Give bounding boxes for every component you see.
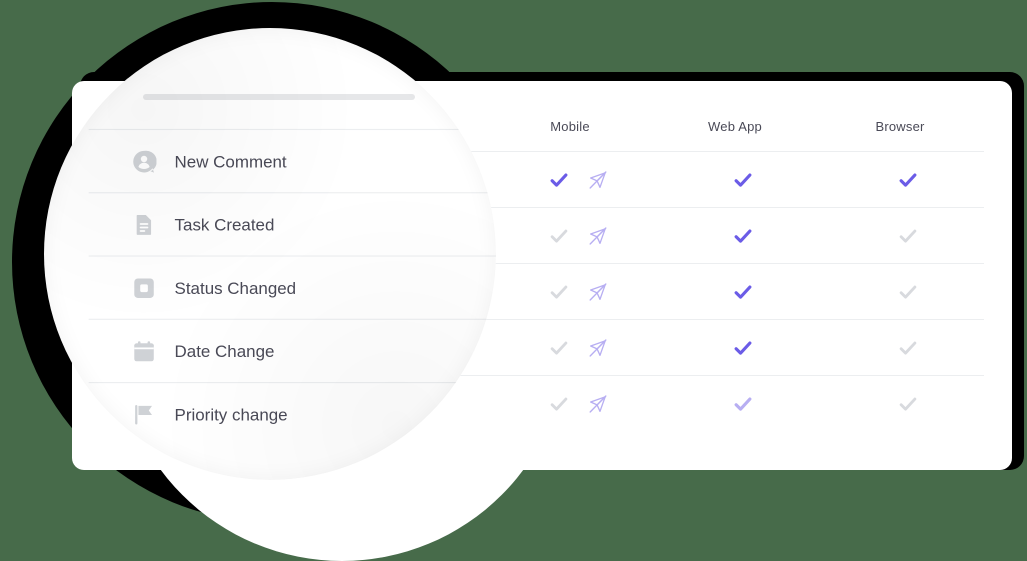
check-icon-on[interactable] xyxy=(732,169,754,191)
check-icon-off[interactable] xyxy=(897,225,919,247)
user-avatar-comment-icon xyxy=(133,150,157,173)
cell-webapp[interactable] xyxy=(683,320,803,376)
send-muted-icon[interactable] xyxy=(588,394,608,414)
check-icon-off[interactable] xyxy=(897,281,919,303)
flag-icon xyxy=(135,405,153,425)
send-muted-icon[interactable] xyxy=(588,282,608,302)
magnifier-lens: New Comment Task Created Status Changed … xyxy=(44,28,496,480)
magnifier-lens-inner: New Comment Task Created Status Changed … xyxy=(44,28,496,480)
cell-webapp[interactable] xyxy=(683,264,803,320)
document-icon xyxy=(136,215,152,235)
calendar-icon xyxy=(134,341,154,362)
check-icon-off[interactable] xyxy=(548,225,570,247)
cell-webapp[interactable] xyxy=(683,376,803,432)
check-icon-on[interactable] xyxy=(732,281,754,303)
cell-browser[interactable] xyxy=(848,320,968,376)
cell-browser[interactable] xyxy=(848,152,968,208)
check-icon-on[interactable] xyxy=(548,169,570,191)
check-icon-on[interactable] xyxy=(732,337,754,359)
event-row[interactable]: Date Change xyxy=(88,318,496,383)
event-row[interactable]: Priority change xyxy=(88,382,496,446)
check-icon-off[interactable] xyxy=(548,393,570,415)
notification-settings-illustration: Mobile Web App Browser New Comment Task … xyxy=(0,0,1027,561)
event-row[interactable]: New Comment xyxy=(88,128,496,193)
event-row[interactable]: Status Changed xyxy=(88,255,496,319)
square-status-icon xyxy=(134,278,154,298)
event-row[interactable]: Task Created xyxy=(88,192,496,256)
cell-browser[interactable] xyxy=(848,208,968,264)
check-icon-on[interactable] xyxy=(732,225,754,247)
check-icon-off[interactable] xyxy=(548,281,570,303)
event-row-label: Priority change xyxy=(174,405,288,425)
event-row-label: Date Change xyxy=(174,341,275,362)
send-muted-icon[interactable] xyxy=(588,226,608,246)
send-muted-icon[interactable] xyxy=(588,338,608,358)
check-icon-off[interactable] xyxy=(548,337,570,359)
event-row-label: Task Created xyxy=(174,215,275,235)
check-icon-off[interactable] xyxy=(897,337,919,359)
check-icon-faded[interactable] xyxy=(732,393,754,415)
cell-browser[interactable] xyxy=(848,376,968,432)
magnified-event-label-column: New Comment Task Created Status Changed … xyxy=(53,50,496,480)
event-row-label: New Comment xyxy=(174,152,287,172)
check-icon-on[interactable] xyxy=(897,169,919,191)
cell-webapp[interactable] xyxy=(683,152,803,208)
cell-webapp[interactable] xyxy=(683,208,803,264)
send-muted-icon[interactable] xyxy=(588,170,608,190)
check-icon-off[interactable] xyxy=(897,393,919,415)
event-row-label: Status Changed xyxy=(174,278,297,298)
cell-browser[interactable] xyxy=(848,264,968,320)
magnifier-lens-content: New Comment Task Created Status Changed … xyxy=(72,81,496,470)
